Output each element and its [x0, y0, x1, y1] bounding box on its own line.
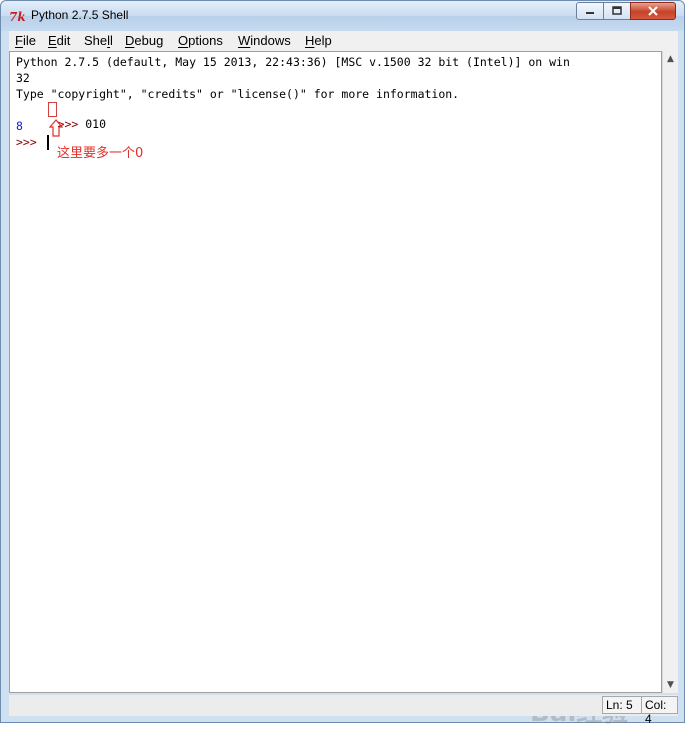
banner-line-3: Type "copyright", "credits" or "license(… [16, 87, 460, 101]
banner-line-1: Python 2.7.5 (default, May 15 2013, 22:4… [16, 55, 570, 69]
tk-feather-icon: 7k [9, 10, 25, 24]
output-line-1: 8 [16, 119, 23, 133]
minimize-button[interactable] [576, 2, 604, 20]
up-arrow-icon [49, 119, 63, 137]
scroll-down-icon[interactable]: ▼ [663, 677, 678, 692]
banner-line-2: 32 [16, 71, 30, 85]
menu-item-3[interactable]: Debug [125, 33, 163, 48]
close-icon [648, 6, 658, 16]
menu-bar: File Edit Shell Debug Options Windows Help [9, 31, 678, 51]
minimize-icon [586, 12, 594, 14]
title-bar[interactable]: 7k Python 2.7.5 Shell [1, 1, 684, 31]
close-button[interactable] [630, 2, 676, 20]
menu-item-5[interactable]: Windows [238, 33, 291, 48]
highlight-box [48, 102, 57, 117]
menu-item-4[interactable]: Options [178, 33, 223, 48]
maximize-button[interactable] [603, 2, 631, 20]
shell-text-area[interactable]: Python 2.7.5 (default, May 15 2013, 22:4… [9, 51, 662, 728]
scroll-up-icon[interactable]: ▲ [663, 51, 678, 66]
maximize-icon [612, 6, 622, 15]
text-cursor [47, 135, 49, 150]
menu-item-6[interactable]: Help [305, 33, 332, 48]
menu-item-1[interactable]: Edit [48, 33, 70, 48]
prompt-line-2: >>> [16, 135, 44, 149]
status-bar: Ln: 5 Col: 4 [9, 695, 678, 726]
shell-window: 7k Python 2.7.5 Shell File Edit Shell Debug… [0, 0, 685, 728]
svg-text:7k: 7k [9, 10, 25, 24]
vertical-scrollbar[interactable]: ▲ ▼ [662, 51, 678, 693]
annotation-text: 这里要多一个0 [57, 146, 144, 161]
status-col: Col: 4 [641, 696, 678, 726]
window-title: Python 2.7.5 Shell [31, 8, 129, 22]
menu-item-0[interactable]: File [15, 33, 36, 48]
menu-item-2[interactable]: Shell [84, 33, 113, 48]
input-code: 010 [85, 117, 107, 131]
status-line: Ln: 5 [602, 696, 642, 714]
